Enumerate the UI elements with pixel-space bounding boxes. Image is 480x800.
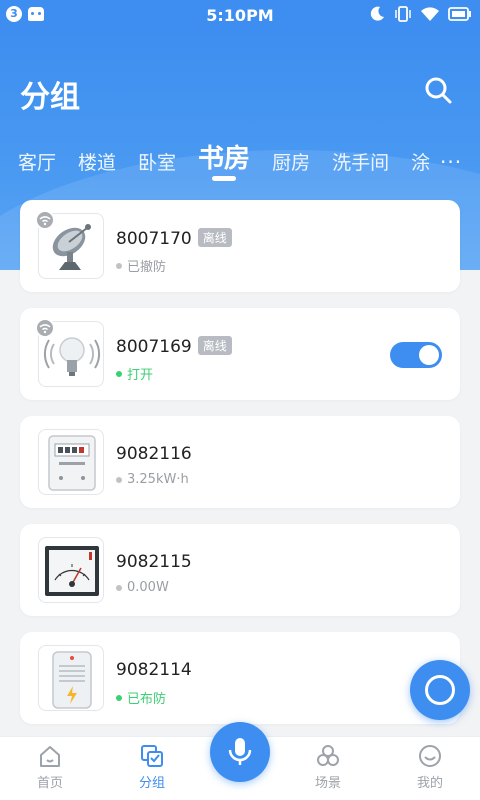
circle-icon: [425, 675, 455, 705]
voice-button[interactable]: [210, 722, 270, 782]
battery-icon: [448, 7, 471, 21]
device-id-text: 9082115: [116, 552, 192, 572]
nav-group-label: 分组: [138, 776, 165, 791]
page-title: 分组: [20, 80, 80, 115]
nav-profile-label: 我的: [416, 776, 443, 791]
device-card[interactable]: 9082116 3.25kW·h: [20, 416, 460, 508]
offline-tag: 离线: [197, 228, 232, 247]
device-id: 9082114: [116, 660, 192, 680]
device-status: 已撤防: [116, 256, 166, 275]
tab-partial[interactable]: 涂: [411, 148, 430, 175]
connectivity-badge-icon: [35, 210, 55, 230]
tab-study[interactable]: 书房: [198, 138, 250, 181]
device-status-text: 3.25kW·h: [127, 472, 189, 487]
status-dot: [116, 370, 122, 377]
status-dot: [116, 584, 122, 591]
device-id-text: 9082116: [116, 444, 192, 464]
device-card[interactable]: 8007169 离线 打开: [20, 308, 460, 400]
status-dot: [116, 476, 122, 483]
power-toggle[interactable]: [390, 342, 442, 368]
device-status-text: 打开: [127, 368, 154, 383]
device-id: 8007170 离线: [116, 228, 232, 249]
device-card[interactable]: 9082115 0.00W: [20, 524, 460, 616]
offline-tag: 离线: [197, 336, 232, 355]
device-card[interactable]: 9082114 已布防: [20, 632, 460, 724]
profile-icon: [419, 745, 441, 767]
nav-profile[interactable]: 我的: [390, 743, 470, 791]
microphone-icon: [228, 738, 252, 765]
connectivity-badge-icon: [35, 318, 55, 338]
device-id: 8007169 离线: [116, 336, 232, 357]
status-dot: [116, 262, 122, 269]
device-status: 已布防: [116, 688, 166, 707]
device-id-text: 8007169: [116, 337, 192, 357]
status-bar: 3 5:10PM: [0, 0, 480, 30]
vibrate-icon: [395, 6, 411, 22]
status-bar-right: [368, 5, 472, 23]
device-card[interactable]: 8007170 离线 已撤防: [20, 200, 460, 292]
wifi-icon: [421, 7, 439, 22]
search-icon[interactable]: [422, 74, 454, 106]
nav-home[interactable]: 首页: [10, 743, 90, 791]
tab-hallway[interactable]: 楼道: [78, 148, 116, 175]
tab-bathroom[interactable]: 洗手间: [332, 148, 389, 175]
more-tabs-button[interactable]: ···: [440, 150, 462, 174]
electricity-meter-icon: [38, 429, 104, 495]
floating-action-button[interactable]: [410, 660, 470, 720]
device-id-text: 8007170: [116, 229, 192, 249]
group-icon: [141, 745, 163, 767]
device-status-text: 已撤防: [127, 260, 167, 275]
room-tabs: 客厅 楼道 卧室 书房 厨房 洗手间 涂: [18, 138, 452, 181]
tab-bedroom[interactable]: 卧室: [138, 148, 176, 175]
tab-kitchen[interactable]: 厨房: [272, 148, 310, 175]
nav-scene[interactable]: 场景: [288, 743, 368, 791]
device-status-text: 已布防: [127, 692, 167, 707]
device-id: 9082116: [116, 444, 192, 464]
night-mode-icon: [370, 6, 384, 21]
device-status-text: 0.00W: [127, 580, 169, 595]
scene-icon: [317, 745, 339, 766]
alarm-siren-icon: [38, 645, 104, 711]
device-id: 9082115: [116, 552, 192, 572]
device-id-text: 9082114: [116, 660, 192, 680]
home-icon: [40, 746, 60, 767]
nav-scene-label: 场景: [314, 776, 341, 791]
status-dot: [116, 694, 122, 701]
device-status: 0.00W: [116, 580, 169, 595]
toggle-knob: [419, 345, 439, 365]
tab-living-room[interactable]: 客厅: [18, 148, 56, 175]
device-status: 打开: [116, 364, 153, 383]
nav-group[interactable]: 分组: [112, 743, 192, 791]
power-gauge-icon: [38, 537, 104, 603]
device-status: 3.25kW·h: [116, 472, 189, 487]
nav-home-label: 首页: [36, 776, 63, 791]
